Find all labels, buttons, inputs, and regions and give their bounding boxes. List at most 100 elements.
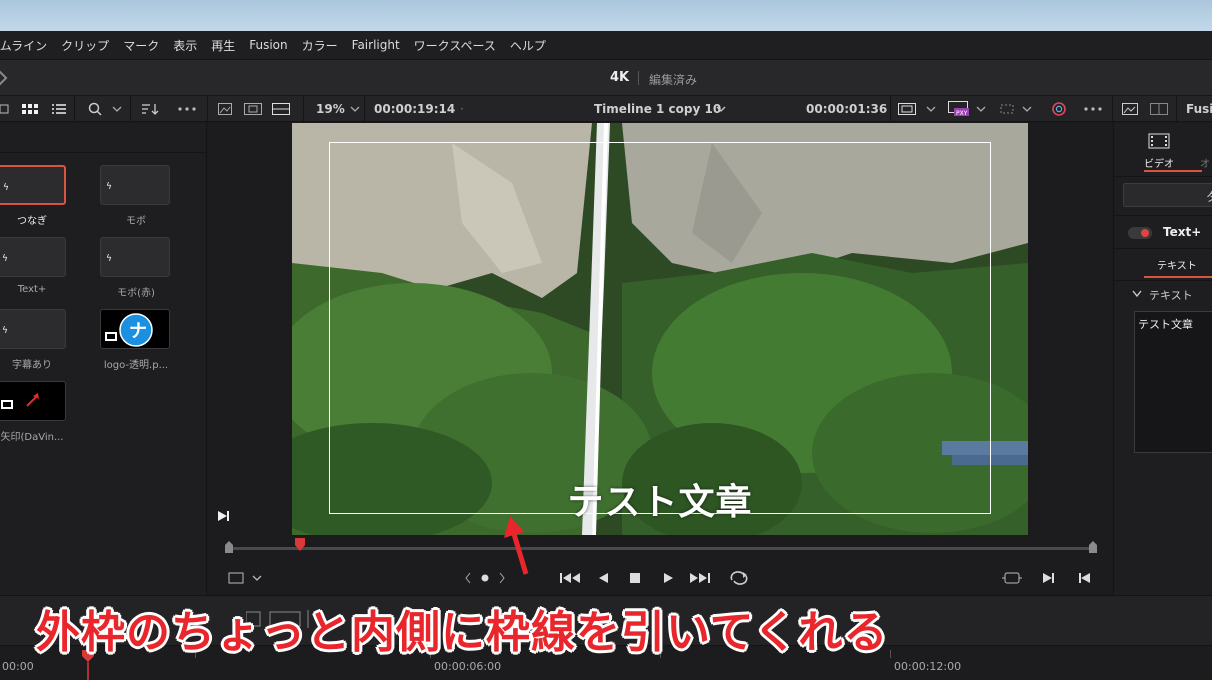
clip-item[interactable]: ϟ Text+	[0, 237, 68, 295]
jump-end-icon[interactable]	[690, 569, 712, 587]
playhead-icon[interactable]	[294, 538, 305, 552]
detail-list-icon[interactable]	[52, 96, 66, 122]
collapse-chevron-icon[interactable]	[1132, 290, 1142, 298]
bolt-icon: ϟ	[3, 183, 9, 193]
scrub-in-marker[interactable]	[224, 541, 234, 553]
menu-view[interactable]: 表示	[173, 37, 197, 54]
transform-mode-icon[interactable]	[228, 569, 264, 587]
arrow-thumbnail-icon	[1, 393, 39, 409]
image-icon[interactable]	[1122, 96, 1138, 122]
clip-item[interactable]: ϟ モボ(赤)	[100, 237, 172, 299]
grid-view-icon[interactable]	[22, 96, 38, 122]
list-view-icon[interactable]	[0, 96, 12, 122]
clip-item[interactable]: ナ logo-透明.p...	[100, 309, 172, 371]
clip-thumbnail[interactable]: ϟ	[100, 237, 170, 277]
clip-item[interactable]: 矢印(DaVin...	[0, 381, 68, 443]
menu-help[interactable]: ヘルプ	[510, 37, 546, 54]
timeline-chevron-icon[interactable]	[716, 96, 726, 122]
match-frame-icon[interactable]	[1002, 569, 1022, 587]
timeline-viewer: テスト文章	[208, 123, 1112, 595]
inspector-divider	[1114, 215, 1212, 216]
inspector-divider	[1114, 248, 1212, 249]
bolt-icon: ϟ	[106, 254, 112, 264]
bolt-icon: ϟ	[2, 254, 8, 264]
inspector-tab-fusion[interactable]: Fusi	[1186, 96, 1212, 122]
menu-mark[interactable]: マーク	[123, 37, 159, 54]
annotation-arrow-icon	[504, 516, 529, 575]
toolbar-divider	[303, 96, 304, 122]
clip-thumbnail[interactable]: ϟ	[0, 237, 66, 277]
menu-timeline[interactable]: イムライン	[0, 37, 47, 54]
image-view-icon[interactable]	[218, 96, 232, 122]
clip-item[interactable]: ϟ つなぎ	[0, 165, 68, 227]
search-field-text: タ	[1206, 188, 1212, 205]
play-to-end-icon[interactable]	[217, 509, 231, 523]
menu-playback[interactable]: 再生	[211, 37, 235, 54]
overlay-text[interactable]: テスト文章	[292, 473, 1028, 525]
bolt-icon: ϟ	[106, 182, 112, 192]
diamond-icon[interactable]	[0, 69, 8, 87]
monitor-layout-icon[interactable]	[272, 96, 290, 122]
zoom-level[interactable]: 19%	[316, 96, 345, 122]
tab-video[interactable]: ビデオ	[1144, 155, 1174, 170]
clip-name: Text+	[17, 284, 47, 295]
effect-name: Text+	[1163, 225, 1202, 239]
play-icon[interactable]	[662, 569, 674, 587]
scrubber-track[interactable]	[228, 547, 1094, 550]
chevron-down-icon[interactable]	[112, 96, 122, 122]
transform-chevron-icon[interactable]	[1022, 96, 1032, 122]
section-text-heading[interactable]: テキスト	[1149, 287, 1193, 303]
prev-frame-icon[interactable]	[1078, 569, 1092, 587]
desktop-background	[0, 0, 1212, 31]
text-tab-underline	[1144, 276, 1212, 278]
viewer-more-icon[interactable]	[1084, 96, 1102, 122]
stop-icon[interactable]	[629, 569, 641, 587]
proxy-icon[interactable]: PXY	[948, 96, 970, 122]
clip-item[interactable]: ϟ 字幕あり	[0, 309, 68, 371]
ruler-timecode: 00:00	[2, 660, 34, 673]
clip-thumbnail[interactable]: ϟ	[0, 309, 66, 349]
viewer-size-icon[interactable]	[898, 96, 916, 122]
project-name: 4K	[610, 70, 630, 85]
video-tab-icon[interactable]	[1148, 133, 1170, 149]
play-reverse-icon[interactable]	[598, 569, 610, 587]
menu-fusion[interactable]: Fusion	[249, 38, 287, 52]
transform-icon[interactable]	[998, 96, 1016, 122]
timeline-timecode[interactable]: 00:00:01:36	[806, 96, 887, 122]
menu-clip[interactable]: クリップ	[61, 37, 109, 54]
color-wheel-icon[interactable]	[1050, 96, 1068, 122]
menu-workspace[interactable]: ワークスペース	[414, 37, 496, 54]
inspector-search-field[interactable]: タ	[1123, 183, 1212, 207]
clip-name: つなぎ	[17, 216, 47, 227]
menu-fairlight[interactable]: Fairlight	[352, 38, 400, 52]
ruler-tick	[890, 650, 891, 658]
menu-color[interactable]: カラー	[302, 37, 338, 54]
more-options-icon[interactable]	[178, 96, 196, 122]
tab-other[interactable]: オ	[1200, 155, 1210, 170]
next-frame-icon[interactable]	[1042, 569, 1056, 587]
clip-thumbnail[interactable]: ナ	[100, 309, 170, 349]
sort-icon[interactable]	[142, 96, 160, 122]
toolbar-divider	[1112, 96, 1113, 122]
split-icon[interactable]	[1150, 96, 1168, 122]
source-timecode[interactable]: 00:00:19:14	[374, 96, 455, 122]
video-frame[interactable]: テスト文章	[292, 123, 1028, 535]
viewer-size-chevron-icon[interactable]	[926, 96, 936, 122]
text-input-area[interactable]: テスト文章	[1134, 311, 1212, 453]
zoom-chevron-icon[interactable]	[350, 96, 360, 122]
clip-thumbnail[interactable]	[0, 381, 66, 421]
toolbar-divider	[1176, 96, 1177, 122]
proxy-chevron-icon[interactable]	[976, 96, 986, 122]
toolbar-divider	[364, 96, 365, 122]
timeline-name[interactable]: Timeline 1 copy 10	[594, 96, 721, 122]
clip-item[interactable]: ϟ モボ	[100, 165, 172, 227]
clip-thumbnail[interactable]: ϟ	[100, 165, 170, 205]
search-icon[interactable]	[88, 96, 102, 122]
clip-thumbnail[interactable]: ϟ	[0, 165, 66, 205]
scrub-out-marker[interactable]	[1088, 541, 1098, 553]
jump-start-icon[interactable]	[560, 569, 582, 587]
filmstrip-icon[interactable]	[244, 96, 262, 122]
tab-text[interactable]: テキスト	[1157, 257, 1197, 272]
loop-icon[interactable]	[728, 569, 750, 587]
effect-enable-toggle[interactable]	[1128, 227, 1152, 239]
